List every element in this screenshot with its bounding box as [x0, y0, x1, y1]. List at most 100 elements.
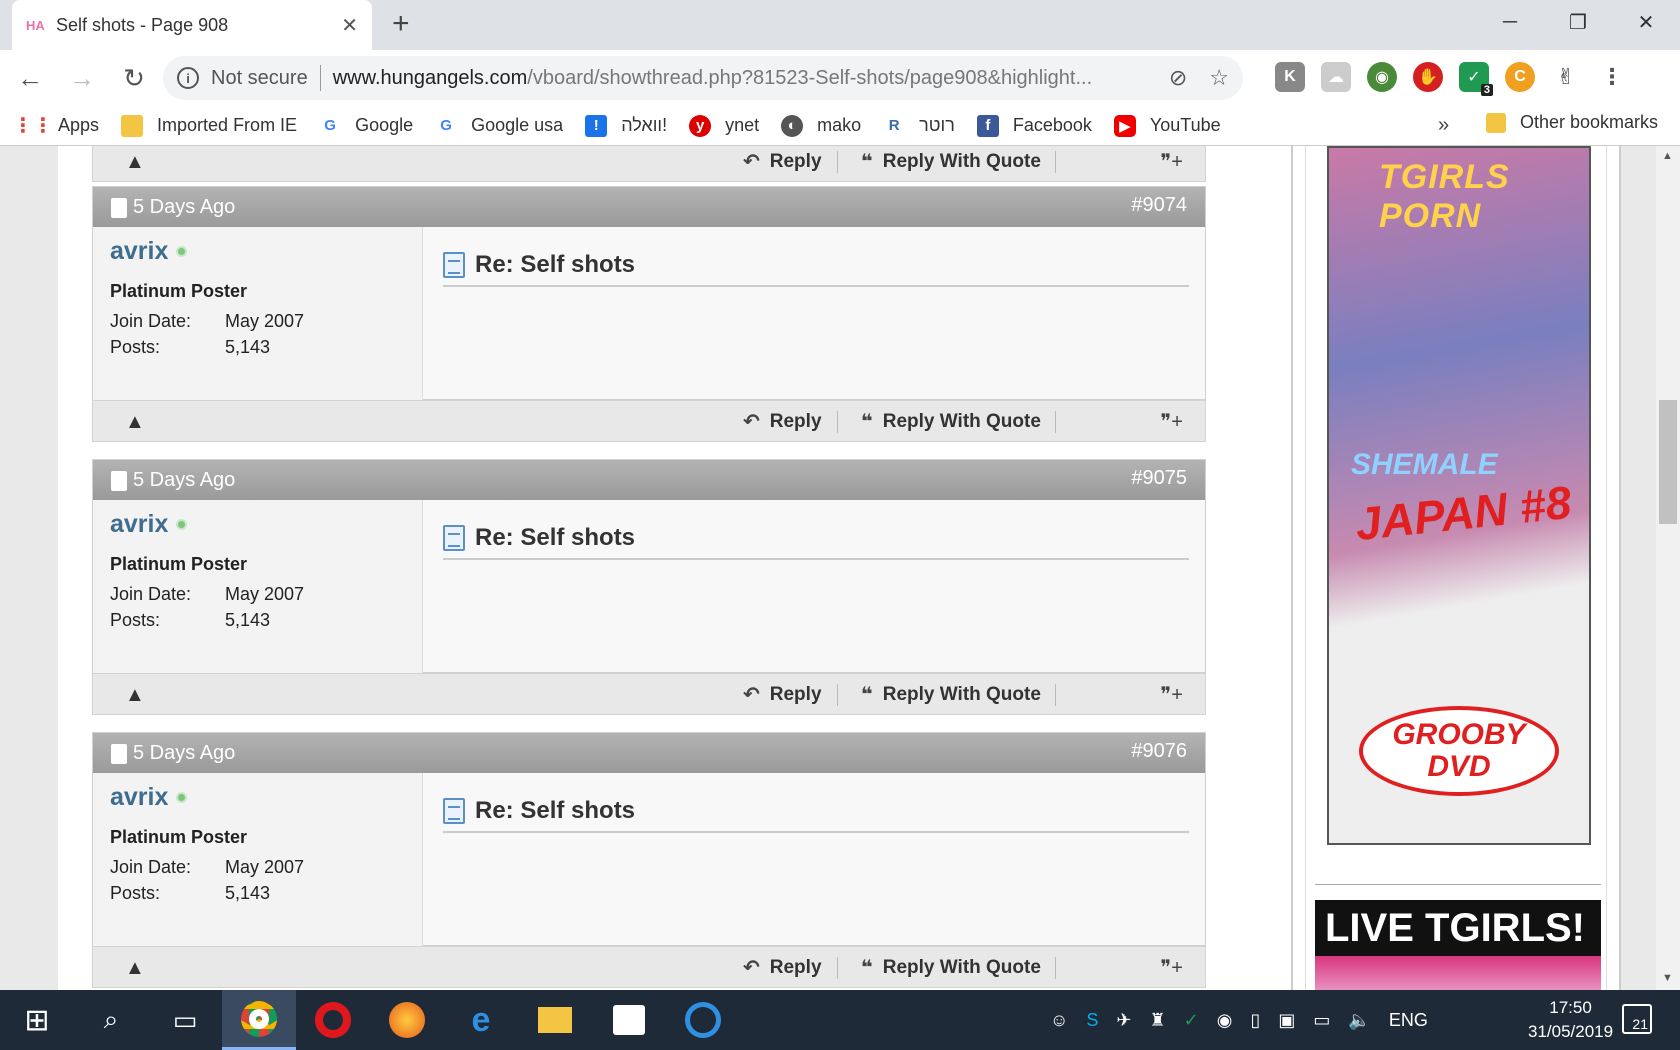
chrome-taskbar-icon[interactable] [222, 990, 296, 1050]
minimize-icon[interactable]: ─ [1476, 0, 1544, 44]
restore-icon[interactable]: ❐ [1544, 0, 1612, 44]
bookmark-ynet[interactable]: y ynet [689, 114, 759, 137]
bookmark-label: Imported From IE [157, 115, 298, 135]
post-date: 5 Days Ago [111, 469, 235, 492]
username-link[interactable]: avrix [110, 783, 188, 812]
tray-app-icon[interactable]: ♜ [1150, 1010, 1166, 1031]
bookmark-walla[interactable]: ! וואלה! [585, 114, 667, 137]
multiquote-icon[interactable]: ❞+ [1161, 149, 1183, 174]
bookmark-label: Apps [58, 115, 100, 135]
back-icon[interactable]: ← [8, 56, 52, 100]
skype-icon[interactable]: S [1086, 1010, 1098, 1031]
file-explorer-icon[interactable] [518, 990, 592, 1050]
security-tray-icon[interactable]: ✓ [1184, 1010, 1199, 1031]
stop-extension-icon[interactable]: ✋ [1413, 62, 1443, 92]
reply-with-quote-button[interactable]: ❝ Reply With Quote [861, 149, 1041, 174]
report-icon[interactable]: ▲ [125, 151, 147, 173]
forward-icon[interactable]: → [60, 56, 104, 100]
k-extension-icon[interactable]: K [1275, 62, 1305, 92]
opera-taskbar-icon[interactable] [296, 990, 370, 1050]
other-bookmarks[interactable]: Other bookmarks [1486, 112, 1658, 133]
advertisement-banner[interactable]: TGIRLS PORN SHEMALE JAPAN #8 GROOBY DVD [1327, 146, 1591, 845]
edge-taskbar-icon[interactable]: e [444, 990, 518, 1050]
search-icon[interactable]: ⌕ [74, 990, 148, 1050]
bookmark-label: רוטר [919, 115, 955, 135]
bookmarks-overflow-button[interactable]: » [1438, 114, 1449, 137]
bookmark-imported[interactable]: Imported From IE [121, 114, 298, 137]
bookmark-apps[interactable]: ⋮⋮ Apps [13, 115, 100, 137]
scroll-up-icon[interactable]: ▲ [1662, 150, 1673, 162]
bookmark-label: Google [355, 115, 414, 135]
multiquote-icon[interactable]: ❞+ [1161, 955, 1183, 980]
app-taskbar-icon[interactable] [666, 990, 740, 1050]
action-center-icon[interactable]: 21 [1622, 1004, 1652, 1034]
post-number-link[interactable]: #9075 [1131, 467, 1187, 490]
post-number-link[interactable]: #9074 [1131, 194, 1187, 217]
advertisement-banner[interactable]: LIVE TGIRLS! [1315, 900, 1601, 990]
username-link[interactable]: avrix [110, 237, 188, 266]
address-bar[interactable]: i Not secure www.hungangels.com /vboard/… [163, 56, 1243, 100]
cloud-extension-icon[interactable]: ☁ [1321, 62, 1351, 92]
coupon-extension-icon[interactable]: C [1505, 62, 1535, 92]
reply-button[interactable]: ↶ Reply [743, 149, 822, 174]
post-header: 5 Days Ago #9075 [93, 460, 1205, 500]
reply-with-quote-button[interactable]: ❝ Reply With Quote [861, 955, 1041, 980]
reply-button[interactable]: ↶ Reply [743, 409, 822, 434]
globe-tray-icon[interactable]: ◉ [1217, 1010, 1233, 1031]
report-icon[interactable]: ▲ [125, 411, 147, 433]
bookmark-youtube[interactable]: ▶ YouTube [1113, 114, 1221, 137]
bookmark-star-icon[interactable]: ☆ [1209, 65, 1229, 91]
firefox-taskbar-icon[interactable] [370, 990, 444, 1050]
store-icon[interactable] [592, 990, 666, 1050]
start-icon[interactable]: ⊞ [0, 990, 74, 1050]
ad-logo: GROOBY DVD [1359, 706, 1559, 796]
language-indicator[interactable]: ENG [1389, 1010, 1428, 1031]
bookmark-mako[interactable]: ◐ mako [781, 114, 861, 137]
bookmark-facebook[interactable]: f Facebook [976, 114, 1092, 137]
document-icon [111, 743, 127, 764]
new-tab-button[interactable]: + [392, 8, 410, 40]
close-window-icon[interactable]: ✕ [1612, 0, 1680, 44]
user-title: Platinum Poster [110, 554, 248, 574]
reload-icon[interactable]: ↻ [112, 56, 156, 100]
online-status-icon [176, 519, 188, 530]
reply-with-quote-button[interactable]: ❝ Reply With Quote [861, 409, 1041, 434]
shield-extension-icon[interactable]: ✓ 3 [1459, 62, 1493, 96]
usb-icon[interactable]: ▯ [1250, 1010, 1260, 1031]
ad-subtitle: SHEMALE [1351, 448, 1498, 481]
report-icon[interactable]: ▲ [125, 684, 147, 706]
multiquote-icon[interactable]: ❞+ [1161, 409, 1183, 434]
multiquote-icon[interactable]: ❞+ [1161, 682, 1183, 707]
scroll-down-icon[interactable]: ▼ [1662, 972, 1673, 984]
clock[interactable]: 17:50 31/05/2019 [1528, 996, 1613, 1044]
task-view-icon[interactable]: ▭ [148, 990, 222, 1050]
post-count: Posts: 5,143 [110, 337, 271, 357]
username-link[interactable]: avrix [110, 510, 188, 539]
globe-extension-icon[interactable]: ◉ [1367, 62, 1397, 92]
reply-icon: ↶ [743, 957, 760, 979]
reply-button[interactable]: ↶ Reply [743, 682, 822, 707]
volume-icon[interactable]: 🔈 [1348, 1010, 1370, 1031]
menu-icon[interactable]: ⋮ [1597, 62, 1627, 92]
bookmark-google-usa[interactable]: G Google usa [435, 115, 563, 137]
page-scrollbar[interactable]: ▲ ▼ [1656, 146, 1680, 990]
close-tab-icon[interactable]: ✕ [341, 13, 358, 38]
display-icon[interactable]: ▣ [1278, 1010, 1295, 1031]
tracking-blocked-icon[interactable]: ⊘ [1169, 65, 1187, 91]
bookmark-rotter[interactable]: R רוטר [883, 115, 955, 137]
quote-icon: ❝ [861, 957, 873, 979]
wifi-icon[interactable]: ▭ [1313, 1010, 1330, 1031]
report-icon[interactable]: ▲ [125, 957, 147, 979]
browser-toolbar: ← → ↻ i Not secure www.hungangels.com /v… [0, 50, 1680, 106]
scrollbar-thumb[interactable] [1659, 400, 1677, 524]
reply-with-quote-button[interactable]: ❝ Reply With Quote [861, 682, 1041, 707]
post-number-link[interactable]: #9076 [1131, 740, 1187, 763]
bookmark-google[interactable]: G Google [319, 115, 413, 137]
peace-extension-icon[interactable]: ✌ [1551, 62, 1581, 92]
browser-tab[interactable]: HA Self shots - Page 908 ✕ [12, 0, 372, 50]
info-icon[interactable]: i [177, 67, 199, 89]
people-icon[interactable]: ☺ [1050, 1010, 1068, 1031]
quote-icon: ❝ [861, 411, 873, 433]
network-alert-icon[interactable]: ✈ [1116, 1010, 1131, 1031]
reply-button[interactable]: ↶ Reply [743, 955, 822, 980]
